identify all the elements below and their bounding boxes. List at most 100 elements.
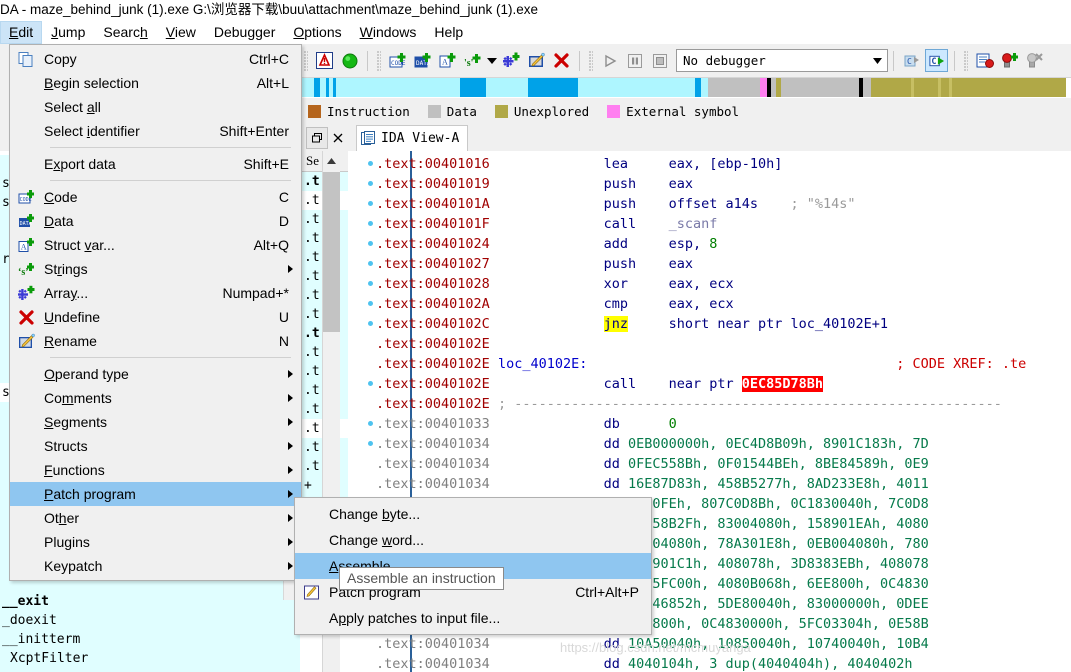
edit-menu-item-patch-program[interactable]: Patch program (10, 482, 301, 506)
edit-menu-item-struct-var[interactable]: A Struct var... Alt+Q (10, 233, 301, 257)
add-breakpoint-icon[interactable] (998, 49, 1021, 72)
edit-menu-item-segments[interactable]: Segments (10, 410, 301, 434)
menu-edit[interactable]: Edit (0, 20, 43, 44)
rename-icon[interactable] (525, 49, 548, 72)
edit-menu-item-operand-type[interactable]: Operand type (10, 362, 301, 386)
edit-menu-item-begin-selection[interactable]: Begin selection Alt+L (10, 71, 301, 95)
menu-options[interactable]: Options (284, 21, 350, 44)
breakpoint-dot-icon[interactable] (368, 441, 373, 446)
breakpoint-dot-icon[interactable] (368, 161, 373, 166)
green-circle-run-icon[interactable] (338, 49, 361, 72)
menu-debugger[interactable]: Debugger (205, 21, 285, 44)
ida-logo-icon[interactable] (313, 49, 336, 72)
function-list-item-initterm[interactable]: __initterm (0, 630, 300, 649)
code-line[interactable]: .text:00401028 xor eax, ecx (348, 274, 1071, 294)
edit-menu-item-code[interactable]: CODE Code C (10, 185, 301, 209)
edit-menu-item-rename[interactable]: Rename N (10, 329, 301, 353)
code-line[interactable]: .text:00401034 dd 0EB000000h, 0EC4D8B09h,… (348, 434, 1071, 454)
code-line[interactable]: .text:0040101A push offset a14s; "%14s" (348, 194, 1071, 214)
edit-menu-item-other[interactable]: Other (10, 506, 301, 530)
edit-menu-item-select-all[interactable]: Select all (10, 95, 301, 119)
code-line[interactable]: .text:00401034 dd 16E87D83h, 458B5277h, 8… (348, 474, 1071, 494)
chevron-down-icon[interactable] (867, 57, 887, 64)
edit-menu-item-array[interactable]: Array... Numpad+* (10, 281, 301, 305)
tab-ida-view-a[interactable]: IDA View-A (356, 124, 469, 152)
stop-icon[interactable] (648, 49, 671, 72)
menu-search[interactable]: Search (94, 21, 156, 44)
edit-menu-item-keypatch[interactable]: Keypatch (10, 554, 301, 578)
menu-help[interactable]: Help (425, 21, 472, 44)
edit-menu-item-select-identifier[interactable]: Select identifier Shift+Enter (10, 119, 301, 143)
step-into-icon[interactable]: C (925, 49, 948, 72)
toolbar-grip-4-icon[interactable] (964, 50, 968, 71)
code-line[interactable]: .text:0040102E call near ptr 0EC85D78Bh (348, 374, 1071, 394)
patch-menu-item-change-byte[interactable]: Change byte... (295, 501, 651, 527)
edit-menu-item-functions[interactable]: Functions (10, 458, 301, 482)
navband-segment (952, 78, 1066, 97)
delete-breakpoint-icon[interactable] (1023, 49, 1046, 72)
edit-menu-item-data[interactable]: DATA Data D (10, 209, 301, 233)
navigation-band[interactable] (300, 78, 1071, 98)
code-line[interactable]: .text:00401024 add esp, 8 (348, 234, 1071, 254)
code-line[interactable]: .text:0040102A cmp eax, ecx (348, 294, 1071, 314)
toolbar-grip-icon[interactable] (304, 50, 308, 71)
make-array-icon[interactable] (500, 49, 523, 72)
code-line[interactable]: .text:0040102E ; -----------------------… (348, 394, 1071, 414)
breakpoint-list-icon[interactable] (973, 49, 996, 72)
make-code-icon[interactable]: CODE (386, 49, 409, 72)
breakpoint-dot-icon[interactable] (368, 301, 373, 306)
strings-icon[interactable]: 's' (461, 49, 484, 72)
menu-windows[interactable]: Windows (351, 21, 426, 44)
chevron-down-icon[interactable] (486, 49, 498, 72)
breakpoint-dot-icon[interactable] (368, 201, 373, 206)
function-list-item-doexit[interactable]: _doexit (0, 611, 300, 630)
make-data-icon[interactable]: DATA (411, 49, 434, 72)
edit-menu-item-undefine[interactable]: Undefine U (10, 305, 301, 329)
breakpoint-dot-icon[interactable] (368, 241, 373, 246)
code-line[interactable]: .text:00401033 db 0 (348, 414, 1071, 434)
undefine-icon[interactable] (550, 49, 573, 72)
breakpoint-dot-icon[interactable] (368, 221, 373, 226)
code-line[interactable]: .text:00401019 push eax (348, 174, 1071, 194)
edit-menu-item-comments[interactable]: Comments (10, 386, 301, 410)
toolbar-grip-2-icon[interactable] (377, 50, 381, 71)
breakpoint-dot-icon[interactable] (368, 261, 373, 266)
function-list-item-xcptfilter[interactable]: XcptFilter (0, 649, 300, 668)
code-line[interactable]: .text:00401034 dd 4040104h, 3 dup(4040404… (348, 654, 1071, 672)
menu-jump[interactable]: Jump (42, 21, 94, 44)
code-line[interactable]: .text:0040101F call _scanf (348, 214, 1071, 234)
breakpoint-dot-icon[interactable] (368, 381, 373, 386)
function-list-item-exit[interactable]: __exit (0, 592, 300, 611)
code-line[interactable]: .text:00401034 dd 0FEC558Bh, 0F01544BEh, … (348, 454, 1071, 474)
toolbar-grip-3-icon[interactable] (589, 50, 593, 71)
struct-var-icon[interactable]: A (436, 49, 459, 72)
code-address: .text:00401019 (376, 176, 490, 192)
edit-menu-popup[interactable]: Copy Ctrl+C Begin selection Alt+L Select all… (9, 44, 302, 581)
code-line[interactable]: .text:0040102E (348, 334, 1071, 354)
patch-menu-item-apply-patches-to-input-file[interactable]: Apply patches to input file... (295, 605, 651, 631)
restore-window-icon[interactable] (306, 127, 328, 149)
code-line[interactable]: .text:00401027 push eax (348, 254, 1071, 274)
breakpoint-dot-icon[interactable] (368, 181, 373, 186)
edit-menu-item-plugins[interactable]: Plugins (10, 530, 301, 554)
chevron-up-icon[interactable] (323, 151, 340, 171)
edit-menu-item-copy[interactable]: Copy Ctrl+C (10, 47, 301, 71)
edit-menu-item-structs[interactable]: Structs (10, 434, 301, 458)
patch-program-submenu[interactable]: Change byte... Change word... Assemble... P… (294, 497, 652, 635)
code-line[interactable]: .text:0040102C jnz short near ptr loc_4010… (348, 314, 1071, 334)
breakpoint-dot-icon[interactable] (368, 321, 373, 326)
scrollbar-thumb[interactable] (323, 172, 340, 332)
breakpoint-dot-icon[interactable] (368, 421, 373, 426)
close-window-icon[interactable] (328, 128, 348, 148)
patch-menu-item-change-word[interactable]: Change word... (295, 527, 651, 553)
edit-menu-item-strings[interactable]: ‘s’ Strings (10, 257, 301, 281)
step-over-icon[interactable]: C (900, 49, 923, 72)
debugger-select[interactable]: No debugger (676, 49, 888, 72)
code-line[interactable]: .text:00401016 lea eax, [ebp-10h] (348, 154, 1071, 174)
breakpoint-dot-icon[interactable] (368, 281, 373, 286)
menu-view[interactable]: View (157, 21, 205, 44)
code-line[interactable]: .text:0040102E loc_40102E:; CODE XREF: .… (348, 354, 1071, 374)
pause-icon[interactable] (623, 49, 646, 72)
run-play-icon[interactable] (598, 49, 621, 72)
edit-menu-item-export-data[interactable]: Export data Shift+E (10, 152, 301, 176)
